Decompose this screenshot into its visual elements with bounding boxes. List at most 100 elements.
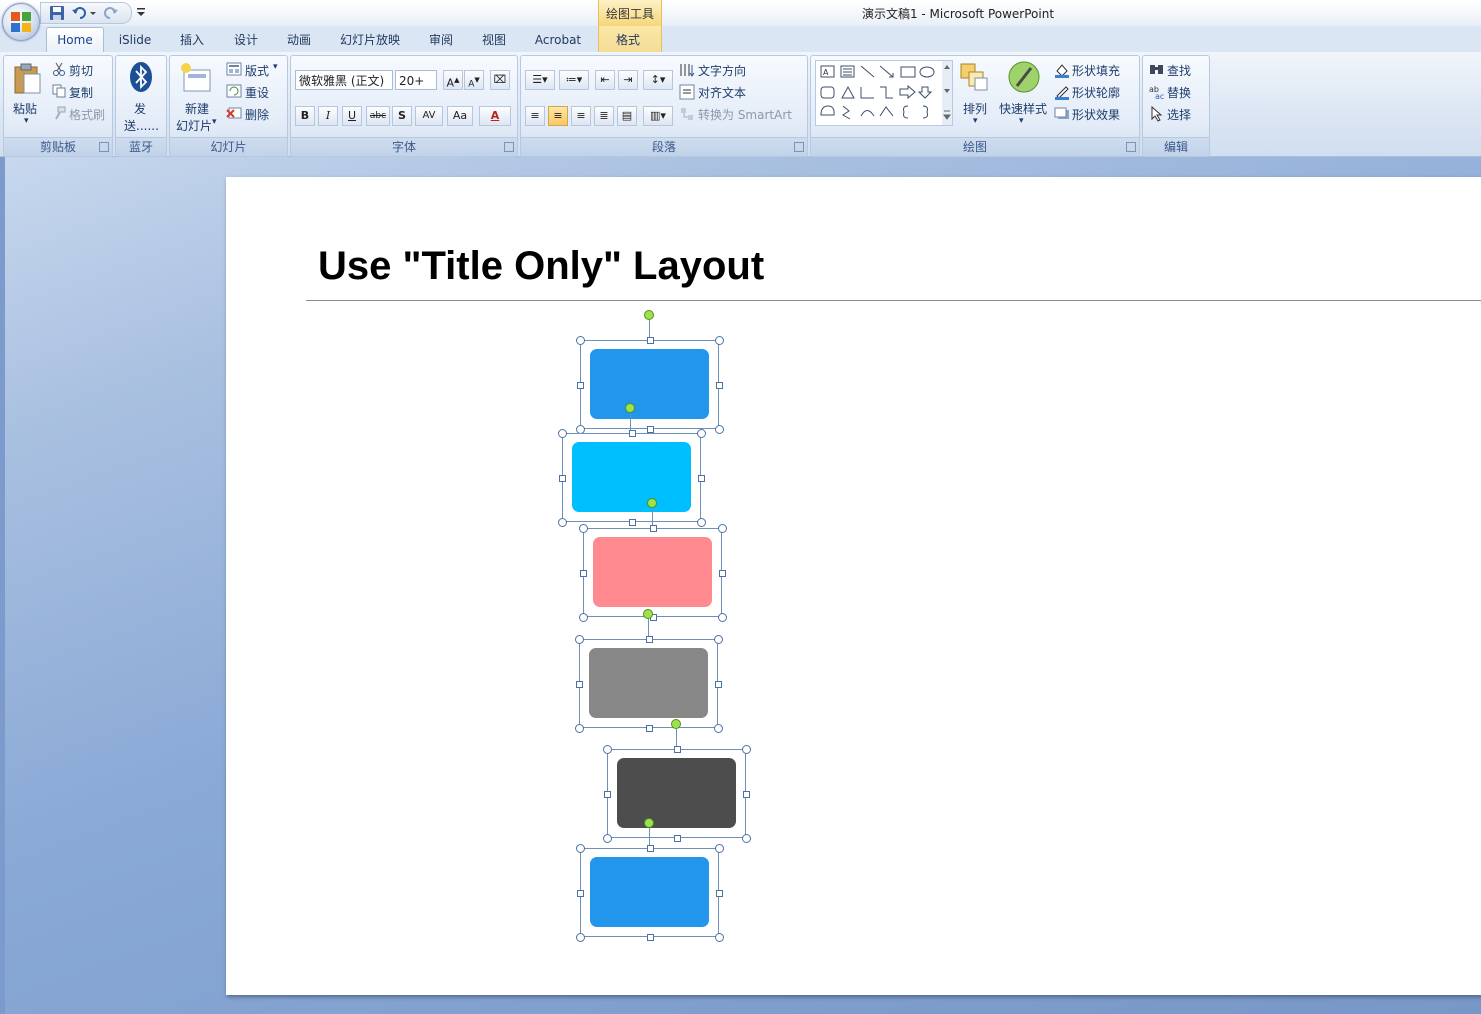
shape-blue-2[interactable]: [590, 857, 709, 927]
paste-label[interactable]: 粘贴: [13, 100, 37, 117]
corner-resize-handle[interactable]: [715, 425, 724, 434]
tab-view[interactable]: 视图: [474, 30, 514, 50]
slides-pane-edge[interactable]: [0, 157, 5, 1014]
side-resize-handle[interactable]: [719, 569, 726, 577]
redo-icon[interactable]: [103, 5, 119, 21]
corner-resize-handle[interactable]: [558, 429, 567, 438]
tab-islide[interactable]: iSlide: [112, 30, 158, 50]
arrange-icon[interactable]: [959, 62, 991, 94]
side-resize-handle[interactable]: [580, 569, 587, 577]
convert-smartart-button[interactable]: 转换为 SmartArt: [698, 106, 792, 123]
corner-resize-handle[interactable]: [715, 933, 724, 942]
align-left-icon[interactable]: ≡: [525, 106, 545, 126]
side-resize-handle[interactable]: [646, 845, 654, 852]
corner-resize-handle[interactable]: [742, 834, 751, 843]
side-resize-handle[interactable]: [716, 381, 723, 389]
reset-button[interactable]: 重设: [245, 84, 269, 101]
select-button[interactable]: 选择: [1167, 106, 1191, 123]
numbering-icon[interactable]: ≔▾: [559, 70, 589, 90]
shape-gallery[interactable]: A: [815, 60, 953, 126]
slide-title[interactable]: Use "Title Only" Layout: [318, 244, 764, 289]
side-resize-handle[interactable]: [698, 474, 705, 482]
paragraph-launcher-icon[interactable]: [794, 142, 804, 152]
side-resize-handle[interactable]: [715, 680, 722, 688]
corner-resize-handle[interactable]: [697, 518, 706, 527]
columns-icon[interactable]: ▥▾: [643, 106, 673, 126]
text-shadow-button[interactable]: S: [392, 106, 412, 126]
corner-resize-handle[interactable]: [715, 336, 724, 345]
office-button[interactable]: [2, 3, 40, 41]
delete-button[interactable]: 删除: [245, 106, 269, 123]
grow-font-icon[interactable]: A▲: [443, 70, 463, 90]
corner-resize-handle[interactable]: [714, 635, 723, 644]
undo-icon[interactable]: [71, 5, 97, 21]
shape-cyan[interactable]: [572, 442, 691, 512]
corner-resize-handle[interactable]: [697, 429, 706, 438]
corner-resize-handle[interactable]: [575, 635, 584, 644]
distributed-icon[interactable]: ▤: [617, 106, 637, 126]
italic-button[interactable]: I: [318, 106, 338, 126]
drawing-launcher-icon[interactable]: [1126, 142, 1136, 152]
paste-dropdown-icon[interactable]: ▾: [24, 116, 29, 126]
layout-dropdown-icon[interactable]: ▾: [273, 62, 278, 72]
bullets-icon[interactable]: ☰▾: [525, 70, 555, 90]
replace-button[interactable]: 替换: [1167, 84, 1191, 101]
arrange-dropdown-icon[interactable]: ▾: [973, 116, 978, 126]
side-resize-handle[interactable]: [673, 746, 681, 753]
rotation-handle[interactable]: [647, 498, 657, 508]
corner-resize-handle[interactable]: [558, 518, 567, 527]
align-text-button[interactable]: 对齐文本: [698, 84, 746, 101]
layout-button[interactable]: 版式: [245, 62, 269, 79]
side-resize-handle[interactable]: [649, 525, 657, 532]
side-resize-handle[interactable]: [716, 889, 723, 897]
bluetooth-icon[interactable]: [129, 61, 153, 93]
clipboard-launcher-icon[interactable]: [99, 142, 109, 152]
text-direction-button[interactable]: 文字方向: [698, 62, 746, 79]
side-resize-handle[interactable]: [577, 381, 584, 389]
corner-resize-handle[interactable]: [715, 844, 724, 853]
side-resize-handle[interactable]: [559, 474, 566, 482]
side-resize-handle[interactable]: [646, 426, 654, 433]
side-resize-handle[interactable]: [645, 636, 653, 643]
justify-icon[interactable]: ≣: [594, 106, 614, 126]
corner-resize-handle[interactable]: [576, 336, 585, 345]
strikethrough-button[interactable]: abc: [366, 106, 390, 126]
side-resize-handle[interactable]: [628, 519, 636, 526]
increase-indent-icon[interactable]: ⇥: [618, 70, 638, 90]
tab-insert[interactable]: 插入: [172, 30, 212, 50]
rotation-handle[interactable]: [671, 719, 681, 729]
cut-button[interactable]: 剪切: [69, 62, 93, 79]
corner-resize-handle[interactable]: [575, 724, 584, 733]
tab-acrobat[interactable]: Acrobat: [528, 30, 588, 50]
line-spacing-icon[interactable]: ↕▾: [643, 70, 673, 90]
side-resize-handle[interactable]: [576, 680, 583, 688]
arrange-label[interactable]: 排列: [963, 100, 987, 117]
corner-resize-handle[interactable]: [576, 844, 585, 853]
rotation-handle[interactable]: [625, 403, 635, 413]
change-case-button[interactable]: Aa: [447, 106, 473, 126]
side-resize-handle[interactable]: [645, 725, 653, 732]
paste-icon[interactable]: [12, 62, 42, 94]
font-launcher-icon[interactable]: [504, 142, 514, 152]
side-resize-handle[interactable]: [673, 835, 681, 842]
tab-review[interactable]: 审阅: [421, 30, 461, 50]
font-size-combo[interactable]: 20+: [395, 70, 437, 90]
new-slide-icon[interactable]: [180, 62, 212, 94]
tab-slideshow[interactable]: 幻灯片放映: [334, 30, 406, 50]
copy-button[interactable]: 复制: [69, 84, 93, 101]
format-painter-button[interactable]: 格式刷: [69, 106, 105, 123]
tab-format[interactable]: 格式: [608, 30, 648, 50]
align-right-icon[interactable]: ≡: [571, 106, 591, 126]
shape-pink[interactable]: [593, 537, 712, 607]
side-resize-handle[interactable]: [577, 889, 584, 897]
send-label-2[interactable]: 送......: [124, 117, 159, 134]
corner-resize-handle[interactable]: [576, 933, 585, 942]
corner-resize-handle[interactable]: [718, 524, 727, 533]
save-icon[interactable]: [49, 5, 65, 21]
corner-resize-handle[interactable]: [742, 745, 751, 754]
clear-formatting-icon[interactable]: ⌧: [490, 70, 510, 90]
corner-resize-handle[interactable]: [603, 834, 612, 843]
corner-resize-handle[interactable]: [579, 613, 588, 622]
tab-home[interactable]: Home: [46, 27, 104, 53]
side-resize-handle[interactable]: [604, 790, 611, 798]
